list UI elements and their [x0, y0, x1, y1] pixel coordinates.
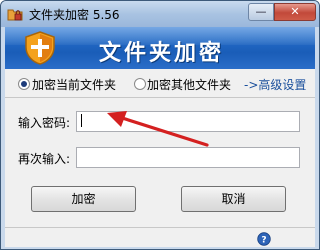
encrypt-current-label[interactable]: 加密当前文件夹	[32, 76, 116, 93]
options-divider	[5, 97, 315, 98]
confirm-password-label: 再次输入:	[18, 152, 71, 166]
footer-divider	[5, 227, 315, 228]
window-title: 文件夹加密 5.56	[29, 8, 120, 22]
app-window: 文件夹加密 5.56 — ✕ 文件夹加密 加密当前文件夹 加密其他文件夹 ->高…	[0, 0, 320, 250]
svg-text:?: ?	[261, 236, 266, 246]
cancel-button[interactable]: 取消	[181, 186, 286, 212]
advanced-settings-link[interactable]: ->高级设置	[244, 76, 306, 93]
shield-icon	[25, 31, 55, 65]
encrypt-other-radio[interactable]	[134, 78, 146, 90]
title-bar[interactable]: 文件夹加密 5.56 — ✕	[1, 1, 319, 27]
encrypt-other-label[interactable]: 加密其他文件夹	[147, 76, 231, 93]
header-banner: 文件夹加密	[5, 27, 315, 69]
red-arrow-icon	[107, 111, 209, 147]
close-button[interactable]: ✕	[274, 3, 316, 21]
folder-lock-icon	[7, 9, 23, 21]
encrypt-current-radio[interactable]	[18, 78, 30, 90]
banner-title: 文件夹加密	[99, 41, 225, 66]
encrypt-button[interactable]: 加密	[31, 186, 136, 212]
minimize-button[interactable]: —	[248, 3, 274, 21]
confirm-password-input[interactable]	[76, 147, 300, 168]
password-label: 输入密码:	[18, 116, 71, 130]
text-caret	[81, 114, 82, 127]
help-icon[interactable]: ?	[257, 232, 271, 246]
